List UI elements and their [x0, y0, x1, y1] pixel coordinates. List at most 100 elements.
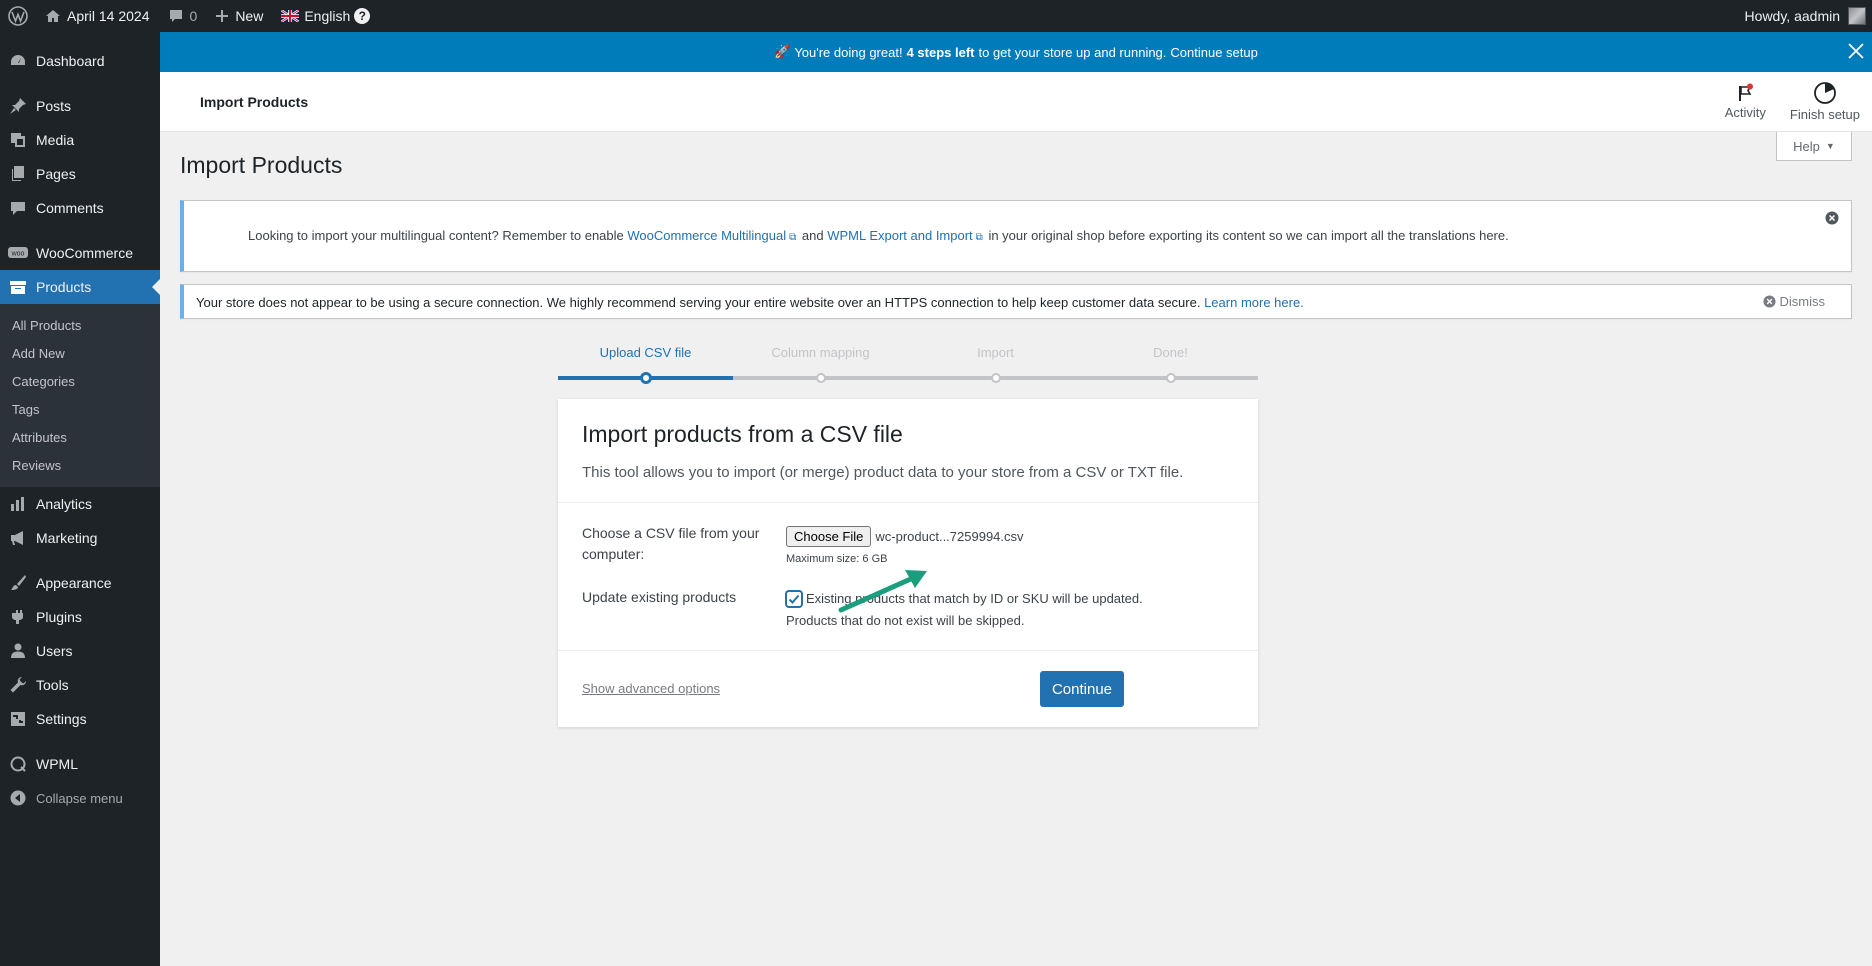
step-import: Import: [977, 345, 1014, 360]
caret-down-icon: ▼: [1825, 141, 1835, 151]
submenu-add-new[interactable]: Add New: [0, 339, 160, 367]
language-label: English: [304, 8, 351, 24]
products-submenu: All Products Add New Categories Tags Att…: [0, 304, 160, 487]
my-account-menu[interactable]: Howdy, aadmin: [1736, 0, 1872, 32]
media-icon: [0, 131, 36, 149]
menu-analytics[interactable]: Analytics: [0, 487, 160, 521]
choose-file-button[interactable]: Choose File: [786, 526, 872, 547]
chart-icon: [0, 495, 36, 513]
woocommerce-multilingual-link[interactable]: WooCommerce Multilingual: [627, 228, 786, 243]
continue-setup-link[interactable]: Continue setup: [1170, 45, 1257, 60]
woo-icon: woo: [0, 246, 36, 260]
avatar: [1848, 7, 1866, 25]
continue-button[interactable]: Continue: [1040, 671, 1124, 707]
divider: [558, 650, 1258, 651]
progress-circle-icon: [1814, 82, 1836, 104]
menu-appearance[interactable]: Appearance: [0, 566, 160, 600]
user-icon: [0, 642, 36, 660]
submenu-attributes[interactable]: Attributes: [0, 423, 160, 451]
update-existing-label: Update existing products: [582, 589, 737, 605]
home-icon: [46, 10, 60, 22]
close-icon[interactable]: [1846, 41, 1866, 61]
menu-pages[interactable]: Pages: [0, 157, 160, 191]
flag-icon: [1739, 83, 1754, 101]
new-content-menu[interactable]: New: [206, 0, 272, 32]
menu-marketing[interactable]: Marketing: [0, 521, 160, 555]
wpml-notice: Looking to import your multilingual cont…: [180, 200, 1852, 272]
external-link-icon: ⧉: [975, 232, 983, 243]
menu-posts[interactable]: Posts: [0, 89, 160, 123]
menu-woocommerce[interactable]: woo WooCommerce: [0, 236, 160, 270]
banner-suffix: to get your store up and running.: [978, 44, 1167, 60]
card-description: This tool allows you to import (or merge…: [582, 464, 1184, 481]
menu-products[interactable]: Products: [0, 270, 160, 304]
pin-icon: [0, 97, 36, 115]
wordpress-logo-icon[interactable]: [0, 0, 36, 32]
learn-more-link[interactable]: Learn more here.: [1204, 295, 1304, 310]
page-title: Import Products: [180, 152, 343, 178]
menu-tools[interactable]: Tools: [0, 668, 160, 702]
pages-icon: [0, 165, 36, 183]
menu-plugins[interactable]: Plugins: [0, 600, 160, 634]
comments-count: 0: [189, 8, 198, 24]
activity-button[interactable]: Activity: [1713, 72, 1778, 132]
rocket-icon: 🚀: [774, 44, 791, 59]
file-field-label: Choose a CSV file from your computer:: [582, 525, 760, 562]
close-icon[interactable]: [1825, 211, 1839, 225]
uk-flag-icon: [281, 10, 300, 22]
plug-icon: [0, 608, 36, 626]
file-input[interactable]: Choose File wc-product...7259994.csv: [786, 526, 1024, 547]
divider: [558, 502, 1258, 503]
banner-steps-left: 4 steps left: [906, 44, 975, 60]
svg-text:woo: woo: [11, 251, 25, 258]
wpml-export-import-link[interactable]: WPML Export and Import: [827, 228, 972, 243]
megaphone-icon: [0, 529, 36, 547]
step-upload-csv: Upload CSV file: [599, 345, 692, 360]
submenu-all-products[interactable]: All Products: [0, 311, 160, 339]
step-dot: [1166, 373, 1176, 383]
dashboard-icon: [0, 52, 36, 70]
wpml-icon: [0, 755, 36, 773]
import-steps: Upload CSV file Column mapping Import Do…: [558, 345, 1258, 385]
close-circle-icon: [1762, 295, 1776, 308]
finish-setup-button[interactable]: Finish setup: [1778, 72, 1872, 132]
submenu-reviews[interactable]: Reviews: [0, 451, 160, 479]
card-title: Import products from a CSV file: [582, 421, 903, 447]
menu-users[interactable]: Users: [0, 634, 160, 668]
menu-media[interactable]: Media: [0, 123, 160, 157]
menu-settings[interactable]: Settings: [0, 702, 160, 736]
step-done: Done!: [1153, 345, 1188, 360]
header-title: Import Products: [200, 93, 309, 110]
checkmark-icon: [788, 594, 800, 604]
menu-comments[interactable]: Comments: [0, 191, 160, 225]
site-name-menu[interactable]: April 14 2024: [36, 0, 159, 32]
submenu-tags[interactable]: Tags: [0, 395, 160, 423]
step-dot-active: [640, 372, 652, 384]
dismiss-button[interactable]: Dismiss: [1762, 294, 1825, 309]
collapse-menu-button[interactable]: Collapse menu: [0, 781, 160, 815]
help-tab-button[interactable]: Help ▼: [1776, 132, 1852, 161]
show-advanced-options-link[interactable]: Show advanced options: [582, 681, 720, 696]
annotation-arrow-icon: [838, 570, 927, 613]
step-column-mapping: Column mapping: [771, 345, 870, 360]
activity-label: Activity: [1724, 105, 1766, 120]
admin-bar: April 14 2024 0 New English ? Howdy, aad…: [0, 0, 1872, 32]
language-switcher[interactable]: English ?: [272, 0, 379, 32]
submenu-categories[interactable]: Categories: [0, 367, 160, 395]
menu-wpml[interactable]: WPML: [0, 747, 160, 781]
import-card: Import products from a CSV file This too…: [558, 399, 1258, 727]
new-label: New: [235, 8, 264, 24]
comments-menu[interactable]: 0: [159, 0, 207, 32]
step-dot: [991, 373, 1001, 383]
greeting: Howdy, aadmin: [1744, 8, 1840, 24]
external-link-icon: ⧉: [789, 232, 797, 243]
settings-icon: [0, 710, 36, 728]
menu-dashboard[interactable]: Dashboard: [0, 44, 160, 78]
selected-file-name: wc-product...7259994.csv: [875, 529, 1024, 544]
plus-icon: [216, 10, 229, 22]
help-icon[interactable]: ?: [354, 8, 371, 24]
collapse-icon: [0, 790, 36, 806]
setup-progress-banner: 🚀 You're doing great! 4 steps left to ge…: [160, 32, 1872, 72]
comment-icon: [0, 199, 36, 217]
update-existing-checkbox[interactable]: [786, 591, 802, 607]
